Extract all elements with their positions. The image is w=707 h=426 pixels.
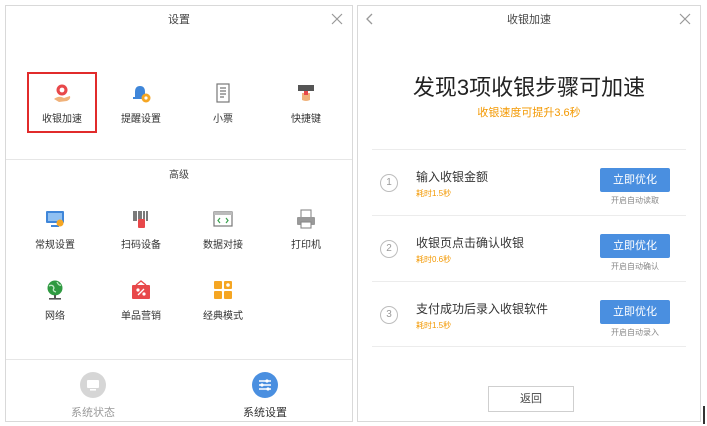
return-button[interactable]: 返回 — [488, 386, 574, 412]
shortcut-key-icon — [295, 82, 317, 104]
step-title: 支付成功后录入收银软件 — [416, 302, 549, 316]
tile-product-marketing[interactable]: 单品营销 — [106, 279, 176, 322]
tile-label: 小票 — [213, 114, 233, 125]
globe-icon — [44, 279, 66, 301]
bell-settings-icon — [130, 82, 152, 104]
cashier-speed-icon — [51, 82, 73, 104]
step-title: 收银页点击确认收银 — [416, 236, 525, 250]
tile-receipt[interactable]: 小票 — [188, 82, 258, 125]
tile-label: 经典模式 — [203, 311, 243, 322]
step-item: 3 支付成功后录入收银软件 耗时1.5秒 立即优化 开启自动录入 — [372, 281, 686, 347]
tile-label: 打印机 — [291, 240, 321, 251]
step-item: 2 收银页点击确认收银 耗时0.6秒 立即优化 开启自动确认 — [372, 215, 686, 281]
code-window-icon — [212, 208, 234, 230]
speedup-subline: 收银速度可提升3.6秒 — [477, 107, 581, 119]
advanced-settings-section: 常规设置 扫码设备 数据对接 打印机 网络 单品营销 经典模式 — [6, 178, 352, 360]
sliders-icon — [252, 372, 278, 398]
tile-label: 扫码设备 — [121, 240, 161, 251]
step-number: 2 — [380, 240, 398, 258]
step-number: 1 — [380, 174, 398, 192]
optimize-button[interactable]: 立即优化 — [600, 300, 670, 324]
tile-scan-device[interactable]: 扫码设备 — [106, 208, 176, 251]
barcode-scanner-icon — [130, 208, 152, 230]
tile-reminder-settings[interactable]: 提醒设置 — [106, 82, 176, 125]
settings-title: 设置 — [168, 14, 190, 26]
tile-data-integration[interactable]: 数据对接 — [188, 208, 258, 251]
nav-label: 系统设置 — [243, 407, 287, 419]
step-item: 1 输入收银金额 耗时1.5秒 立即优化 开启自动读取 — [372, 149, 686, 215]
grid-mode-icon — [212, 279, 234, 301]
tile-classic-mode[interactable]: 经典模式 — [188, 279, 258, 322]
cashier-speed-panel: 收银加速 发现3项收银步骤可加速 收银速度可提升3.6秒 1 输入收银金额 耗时… — [357, 5, 701, 422]
settings-panel: 设置 收银加速 提醒设置 小票 快捷键 高级 常规设置 扫码设备 数据对接 打印… — [5, 5, 353, 422]
monitor-settings-icon — [44, 208, 66, 230]
step-time: 耗时1.5秒 — [416, 321, 452, 330]
tile-cashier-speed[interactable]: 收银加速 — [27, 72, 97, 133]
close-icon[interactable] — [330, 12, 344, 26]
tile-label: 数据对接 — [203, 240, 243, 251]
text-cursor — [703, 406, 705, 424]
tile-label: 常规设置 — [35, 240, 75, 251]
nav-system-status[interactable]: 系统状态 — [48, 372, 138, 420]
receipt-icon — [212, 82, 234, 104]
step-time: 耗时1.5秒 — [416, 189, 452, 198]
tile-network[interactable]: 网络 — [20, 279, 90, 322]
tile-label: 单品营销 — [121, 311, 161, 322]
headline: 发现3项收银步骤可加速 — [412, 75, 646, 100]
close-icon[interactable] — [678, 12, 692, 26]
optimize-note: 开启自动确认 — [611, 262, 659, 271]
tile-label: 提醒设置 — [121, 114, 161, 125]
step-time: 耗时0.6秒 — [416, 255, 452, 264]
step-number: 3 — [380, 306, 398, 324]
tile-shortcut-keys[interactable]: 快捷键 — [271, 82, 341, 125]
bottom-nav: 系统状态 系统设置 — [6, 360, 352, 421]
tile-label: 收银加速 — [42, 114, 82, 125]
optimize-note: 开启自动读取 — [611, 196, 659, 205]
basic-settings-section: 收银加速 提醒设置 小票 快捷键 — [6, 34, 352, 160]
step-title: 输入收银金额 — [416, 170, 489, 184]
product-marketing-icon — [130, 279, 152, 301]
optimize-button[interactable]: 立即优化 — [600, 234, 670, 258]
monitor-icon — [80, 372, 106, 398]
tile-label: 快捷键 — [291, 114, 321, 125]
tile-printer[interactable]: 打印机 — [271, 208, 341, 251]
step-list: 1 输入收银金额 耗时1.5秒 立即优化 开启自动读取 2 收银页点击确认收银 … — [372, 149, 686, 347]
tile-general-settings[interactable]: 常规设置 — [20, 208, 90, 251]
nav-label: 系统状态 — [71, 407, 115, 419]
printer-icon — [295, 208, 317, 230]
optimize-note: 开启自动录入 — [611, 328, 659, 337]
optimize-button[interactable]: 立即优化 — [600, 168, 670, 192]
nav-system-settings[interactable]: 系统设置 — [220, 372, 310, 420]
cashier-speed-title: 收银加速 — [507, 14, 551, 26]
tile-label: 网络 — [45, 311, 65, 322]
